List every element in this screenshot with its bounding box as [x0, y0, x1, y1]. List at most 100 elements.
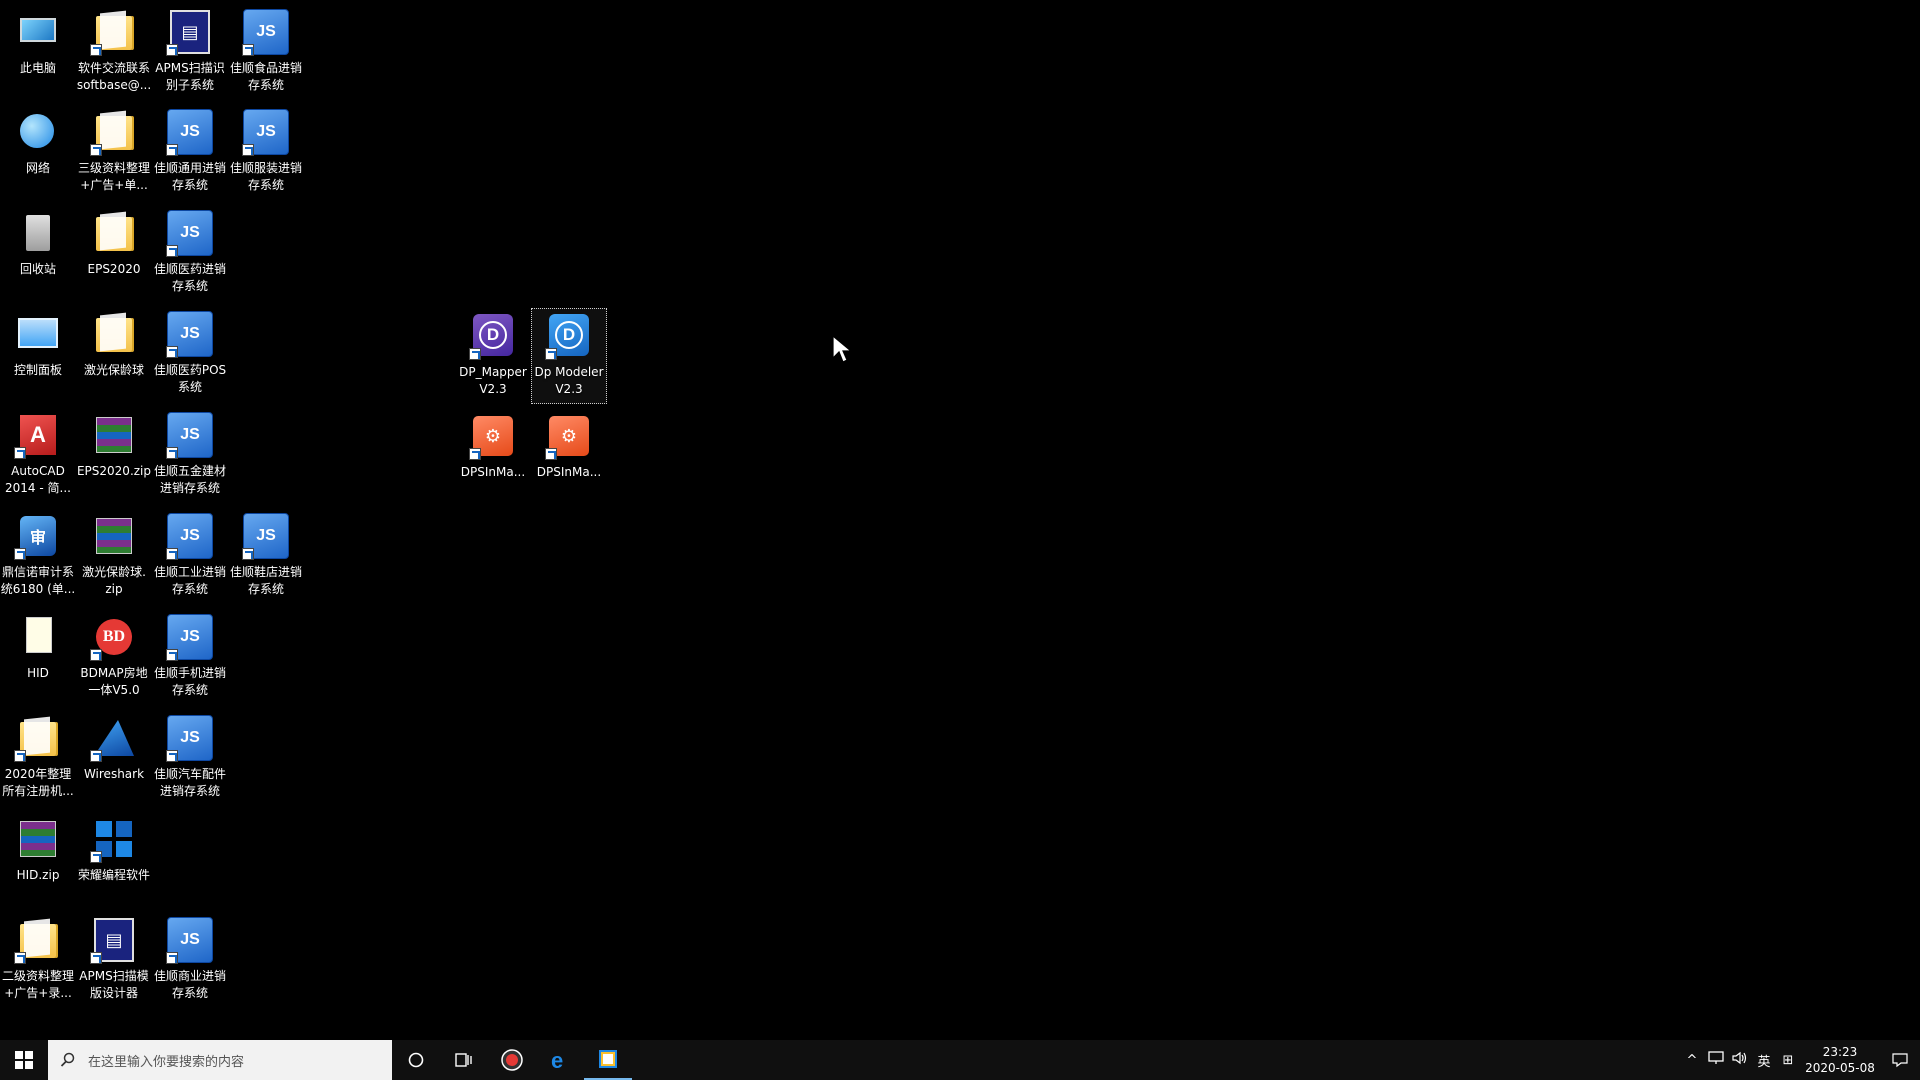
icon-label: 激光保龄球 — [83, 363, 144, 377]
icon-label: 佳顺通用进销 存系统 — [153, 161, 226, 192]
cortana-circle-icon — [408, 1052, 424, 1068]
apms-template-designer-shortcut[interactable]: ▤ APMS扫描模 版设计器 — [76, 912, 152, 1008]
icon-label: 佳顺食品进销 存系统 — [229, 61, 302, 92]
volume-icon[interactable] — [1728, 1051, 1752, 1069]
level2-folder-shortcut[interactable]: 二级资料整理 +广告+录... — [0, 912, 76, 1008]
dp-mapper-shortcut[interactable]: D DP_Mapper V2.3 — [455, 308, 531, 404]
icon-label: 佳顺鞋店进销 存系统 — [229, 565, 302, 596]
icon-label: Dp Modeler V2.3 — [534, 365, 604, 396]
file-icon — [26, 617, 52, 653]
bdmap-shortcut[interactable]: BD BDMAP房地 一体V5.0 — [76, 609, 152, 705]
hid-file-icon[interactable]: HID — [0, 609, 76, 705]
icon-label: 佳顺商业进销 存系统 — [153, 969, 226, 1000]
icon-label: 佳顺汽车配件 进销存系统 — [153, 767, 226, 798]
search-icon — [60, 1052, 75, 1067]
network-monitor-icon — [1708, 1051, 1724, 1064]
archive-icon — [96, 518, 132, 554]
this-pc-icon[interactable]: 此电脑 — [0, 4, 76, 100]
network-desktop-icon[interactable]: 网络 — [0, 104, 76, 200]
hid-zip-icon[interactable]: HID.zip — [0, 811, 76, 907]
shortcut-arrow-icon — [90, 144, 102, 156]
shortcut-arrow-icon — [469, 348, 481, 360]
icon-label: BDMAP房地 一体V5.0 — [80, 666, 148, 697]
autocad-shortcut[interactable]: A AutoCAD 2014 - 简... — [0, 407, 76, 503]
search-placeholder: 在这里输入你要搜索的内容 — [88, 1054, 245, 1070]
js-autoparts-shortcut[interactable]: JS 佳顺汽车配件 进销存系统 — [152, 710, 228, 806]
shortcut-arrow-icon — [166, 548, 178, 560]
cortana-button[interactable] — [392, 1040, 440, 1080]
js-commerce-shortcut[interactable]: JS 佳顺商业进销 存系统 — [152, 912, 228, 1008]
dpsinma-shortcut-1[interactable]: ⚙ DPSInMa... — [455, 408, 531, 504]
mouse-cursor-icon — [832, 335, 853, 363]
icon-label: 网络 — [25, 161, 50, 175]
shortcut-arrow-icon — [469, 448, 481, 460]
show-hidden-icons-chevron[interactable]: ^ — [1680, 1053, 1704, 1068]
shortcut-arrow-icon — [166, 144, 178, 156]
shortcut-arrow-icon — [90, 44, 102, 56]
bowling-zip-icon[interactable]: 激光保龄球. zip — [76, 508, 152, 604]
shortcut-arrow-icon — [166, 649, 178, 661]
icon-label: 回收站 — [19, 262, 56, 276]
shortcut-arrow-icon — [90, 750, 102, 762]
eps2020-zip-icon[interactable]: EPS2020.zip — [76, 407, 152, 503]
bowling-folder[interactable]: 激光保龄球 — [76, 306, 152, 402]
icon-label: 软件交流联系 softbase@... — [76, 61, 152, 92]
js-general-shortcut[interactable]: JS 佳顺通用进销 存系统 — [152, 104, 228, 200]
honor-programming-shortcut[interactable]: 荣耀编程软件 — [76, 811, 152, 907]
icon-label: 佳顺医药进销 存系统 — [153, 262, 226, 293]
shortcut-arrow-icon — [14, 952, 26, 964]
network-icon[interactable] — [1704, 1051, 1728, 1069]
icon-label: 佳顺五金建材 进销存系统 — [153, 464, 226, 495]
apms-scan-shortcut[interactable]: ▤ APMS扫描识 别子系统 — [152, 4, 228, 100]
icon-label: 此电脑 — [19, 61, 56, 75]
audit-system-shortcut[interactable]: 审 鼎信诺审计系 统6180 (单... — [0, 508, 76, 604]
icon-label: 佳顺工业进销 存系统 — [153, 565, 226, 596]
task-view-button[interactable] — [440, 1040, 488, 1080]
js-industry-shortcut[interactable]: JS 佳顺工业进销 存系统 — [152, 508, 228, 604]
wireshark-shortcut[interactable]: Wireshark — [76, 710, 152, 806]
dp-letter: D — [479, 321, 507, 349]
shortcut-arrow-icon — [242, 144, 254, 156]
icon-label: 2020年整理 所有注册机... — [2, 767, 74, 798]
icon-label: 鼎信诺审计系 统6180 (单... — [0, 565, 76, 596]
shortcut-arrow-icon — [14, 447, 26, 459]
dp-modeler-shortcut[interactable]: D Dp Modeler V2.3 — [531, 308, 607, 404]
js-food-shortcut[interactable]: JS 佳顺食品进销 存系统 — [228, 4, 304, 100]
screen-recorder-taskbar-app[interactable] — [488, 1040, 536, 1080]
ime-mode-icon[interactable]: ⊞ — [1776, 1053, 1800, 1068]
js-hardware-shortcut[interactable]: JS 佳顺五金建材 进销存系统 — [152, 407, 228, 503]
recycle-bin-icon[interactable]: 回收站 — [0, 205, 76, 301]
eps2020-folder[interactable]: EPS2020 — [76, 205, 152, 301]
action-center-button[interactable] — [1880, 1040, 1920, 1080]
ime-language-indicator[interactable]: 英 — [1752, 1051, 1776, 1070]
icon-label: 荣耀编程软件 — [77, 868, 150, 882]
notification-icon — [1892, 1053, 1908, 1068]
desktop[interactable]: 此电脑 网络 回收站 控制面板 A AutoCAD 2014 - 简... 审 … — [0, 0, 1920, 1040]
icon-label: 二级资料整理 +广告+录... — [1, 969, 74, 1000]
active-app-taskbar-button[interactable] — [584, 1040, 632, 1080]
record-icon — [501, 1049, 523, 1071]
keygen-folder-shortcut[interactable]: 2020年整理 所有注册机... — [0, 710, 76, 806]
icon-label: AutoCAD 2014 - 简... — [5, 464, 71, 495]
js-medicine-shortcut[interactable]: JS 佳顺医药进销 存系统 — [152, 205, 228, 301]
js-mobile-shortcut[interactable]: JS 佳顺手机进销 存系统 — [152, 609, 228, 705]
js-shoestore-shortcut[interactable]: JS 佳顺鞋店进销 存系统 — [228, 508, 304, 604]
js-medicine-pos-shortcut[interactable]: JS 佳顺医药POS 系统 — [152, 306, 228, 402]
edge-taskbar-app[interactable]: e — [536, 1040, 584, 1080]
js-clothing-shortcut[interactable]: JS 佳顺服装进销 存系统 — [228, 104, 304, 200]
shortcut-arrow-icon — [166, 447, 178, 459]
taskbar-clock[interactable]: 23:23 2020-05-08 — [1800, 1044, 1880, 1076]
globe-icon — [20, 114, 54, 148]
taskbar-search-box[interactable]: 在这里输入你要搜索的内容 — [48, 1040, 392, 1080]
shortcut-arrow-icon — [545, 348, 557, 360]
level3-folder-shortcut[interactable]: 三级资料整理 +广告+单... — [76, 104, 152, 200]
softbase-folder-shortcut[interactable]: 软件交流联系 softbase@... — [76, 4, 152, 100]
shortcut-arrow-icon — [242, 548, 254, 560]
icon-label: 控制面板 — [13, 363, 62, 377]
icon-label: 激光保龄球. zip — [82, 565, 146, 596]
control-panel-icon[interactable]: 控制面板 — [0, 306, 76, 402]
dpsinma-shortcut-2[interactable]: ⚙ DPSInMa... — [531, 408, 607, 504]
start-button[interactable] — [0, 1040, 48, 1080]
icon-label: DP_Mapper V2.3 — [459, 365, 527, 396]
shortcut-arrow-icon — [166, 346, 178, 358]
